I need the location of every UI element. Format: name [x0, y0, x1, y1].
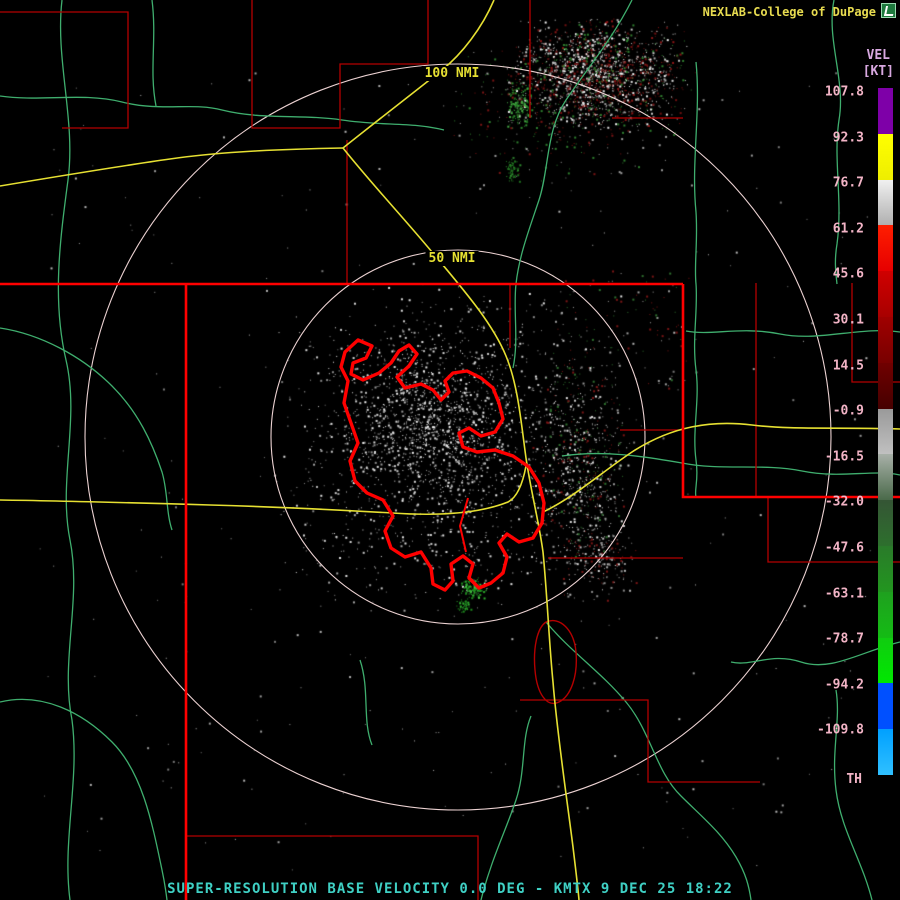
colorbar-threshold-label: TH [846, 772, 862, 787]
range-ring-100 [84, 63, 832, 811]
antelope-island-outline [458, 497, 469, 553]
colorbar-segment [878, 88, 893, 134]
colorbar-segment [878, 179, 893, 226]
colorbar-segment [878, 362, 893, 409]
status-bar: SUPER-RESOLUTION BASE VELOCITY 0.0 DEG -… [167, 881, 733, 897]
river-lines [0, 0, 900, 900]
colorbar-segment [878, 683, 893, 730]
brand-text: NEXLAB-College of DuPage [702, 5, 876, 19]
colorbar-segment [878, 500, 893, 546]
colorbar-units: [KT] [862, 64, 894, 79]
colorbar-segment [878, 271, 893, 317]
colorbar-segment [878, 408, 893, 455]
range-ring-label-50: 50 NMI [425, 251, 479, 266]
range-ring-label-100: 100 NMI [421, 66, 483, 81]
colorbar-segment [878, 637, 893, 684]
map-overlay [0, 0, 900, 900]
colorbar-segment [878, 591, 893, 638]
colorbar-segment [878, 225, 893, 272]
radar-display: 100 NMI 50 NMI NEXLAB-College of DuPage … [0, 0, 900, 900]
colorbar-segment [878, 316, 893, 363]
colorbar-title: VEL [866, 48, 890, 63]
range-ring-50 [270, 249, 646, 625]
colorbar [878, 88, 893, 775]
colorbar-segment [878, 133, 893, 180]
highway-lines [0, 0, 900, 900]
cod-logo-icon [881, 3, 896, 18]
colorbar-segment [878, 454, 893, 501]
colorbar-segment [878, 545, 893, 592]
colorbar-segment [878, 729, 893, 775]
county-boundary-lines [0, 0, 900, 900]
